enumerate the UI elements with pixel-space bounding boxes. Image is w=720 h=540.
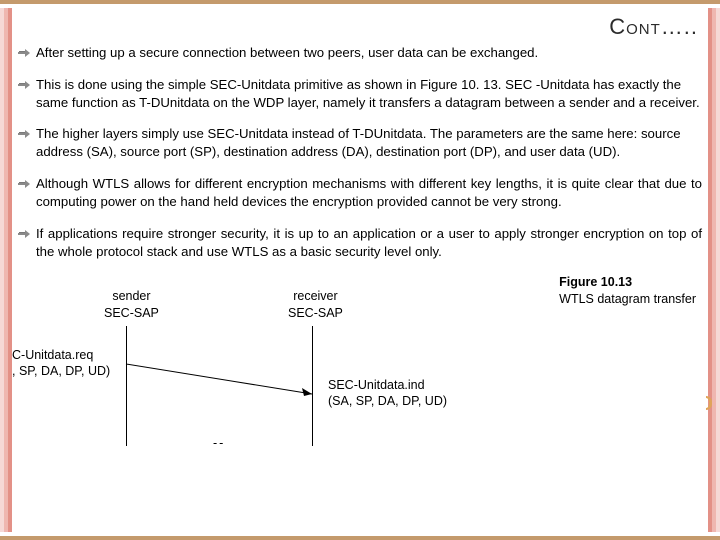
dash-mark: -- [213,436,225,450]
ind-line2: (SA, SP, DA, DP, UD) [328,394,447,410]
bullet-item: If applications require stronger securit… [18,225,702,261]
receiver-label: receiver [288,288,343,304]
bullet-item: After setting up a secure connection bet… [18,44,702,62]
right-decor [708,8,720,532]
bullet-text: If applications require stronger securit… [36,226,702,259]
figure-diagram: Figure 10.13 WTLS datagram transfer send… [18,274,702,449]
req-line2: , SP, DA, DP, UD) [12,364,110,380]
bullet-text: The higher layers simply use SEC-Unitdat… [36,126,681,159]
request-label: C-Unitdata.req , SP, DA, DP, UD) [12,348,110,379]
arrow-icon [18,178,30,190]
bullet-item: Although WTLS allows for different encry… [18,175,702,211]
arrow-icon [18,228,30,240]
arrow-icon [18,128,30,140]
figure-subtitle: WTLS datagram transfer [559,291,696,308]
left-decor [0,8,12,532]
bullet-text: Although WTLS allows for different encry… [36,176,702,209]
message-arrow [126,360,312,392]
bullet-text: This is done using the simple SEC-Unitda… [36,77,700,110]
receiver-lifeline [312,326,313,446]
req-line1: C-Unitdata.req [12,348,110,364]
bullet-item: This is done using the simple SEC-Unitda… [18,76,702,112]
ind-line1: SEC-Unitdata.ind [328,378,447,394]
bullet-text: After setting up a secure connection bet… [36,45,538,60]
sender-column-header: sender SEC-SAP [104,288,159,321]
slide-title: Cont….. [18,14,702,40]
arrow-icon [18,47,30,59]
bullet-item: The higher layers simply use SEC-Unitdat… [18,125,702,161]
sender-sap: SEC-SAP [104,305,159,321]
figure-number: Figure 10.13 [559,274,696,291]
receiver-sap: SEC-SAP [288,305,343,321]
figure-caption: Figure 10.13 WTLS datagram transfer [559,274,696,308]
arrow-icon [18,79,30,91]
indication-label: SEC-Unitdata.ind (SA, SP, DA, DP, UD) [328,378,447,409]
bullet-list: After setting up a secure connection bet… [18,44,702,260]
sender-label: sender [104,288,159,304]
receiver-column-header: receiver SEC-SAP [288,288,343,321]
